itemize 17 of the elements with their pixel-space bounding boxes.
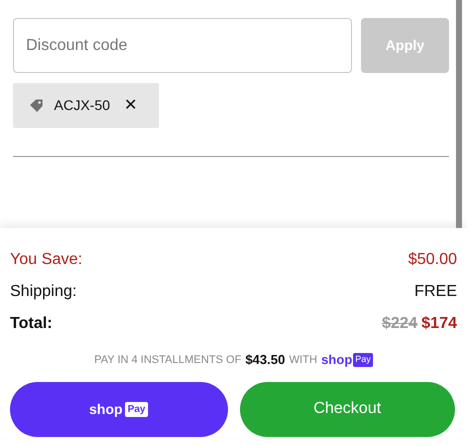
- remove-button[interactable]: ✕: [124, 94, 138, 118]
- summary-label: Total:: [10, 314, 52, 334]
- shop-pay-logo: shop Pay: [321, 351, 373, 369]
- discount-code: ACJX-50: [54, 96, 110, 115]
- shop-pay-button[interactable]: shop Pay: [10, 382, 228, 436]
- summary-value: FREE: [414, 282, 457, 302]
- summary-value: $174: [421, 314, 457, 334]
- tag-icon: [29, 98, 44, 112]
- discount-code-field[interactable]: Discount code: [13, 18, 352, 73]
- scrollbar[interactable]: [456, 0, 462, 228]
- summary-label: You Save:: [10, 250, 82, 270]
- summary-label: Shipping:: [10, 282, 77, 302]
- installment-amount: $43.50: [245, 351, 286, 369]
- summary-value: $50.00: [408, 250, 457, 270]
- original-price: $224: [382, 314, 418, 334]
- installments-text: PAY IN 4 INSTALLMENTS OF: [94, 352, 242, 368]
- installments-with: WITH: [289, 352, 318, 368]
